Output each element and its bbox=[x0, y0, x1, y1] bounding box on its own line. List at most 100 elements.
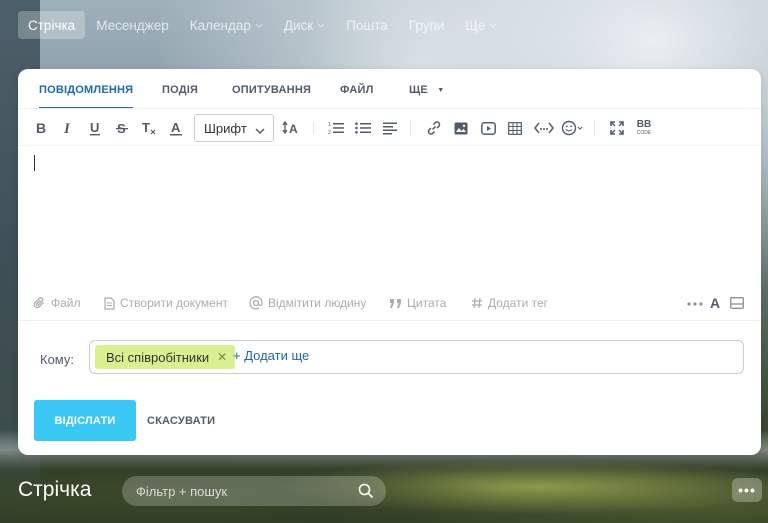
strikethrough-icon[interactable]: S bbox=[114, 118, 130, 138]
nav-item-label: Календар bbox=[189, 17, 251, 33]
svg-text:I: I bbox=[63, 121, 71, 135]
align-icon[interactable] bbox=[381, 118, 399, 138]
nav-item-label: Диск bbox=[283, 17, 314, 33]
text-cursor bbox=[34, 155, 35, 171]
add-tag-button[interactable]: Додати тег bbox=[471, 296, 548, 310]
search-icon[interactable] bbox=[358, 483, 374, 504]
emoji-icon[interactable] bbox=[561, 118, 583, 138]
tab-more[interactable]: ЩЕ ▼ bbox=[409, 84, 444, 108]
recipients-field[interactable]: Всі співробітники ✕ + Додати ще bbox=[89, 340, 744, 374]
image-icon[interactable] bbox=[452, 118, 470, 138]
recipient-chip[interactable]: Всі співробітники ✕ bbox=[95, 345, 236, 369]
tab-label: ПОВІДОМЛЕННЯ bbox=[39, 84, 134, 96]
svg-text:1: 1 bbox=[328, 122, 331, 128]
toolbar-divider bbox=[313, 121, 314, 135]
italic-icon[interactable]: I bbox=[60, 118, 76, 138]
ellipsis-icon[interactable] bbox=[687, 297, 703, 311]
add-tag-label: Додати тег bbox=[488, 296, 549, 310]
numbered-list-icon[interactable]: 12 bbox=[327, 118, 345, 138]
cancel-button[interactable]: СКАСУВАТИ bbox=[147, 415, 215, 427]
quote-button[interactable]: Цитата bbox=[389, 296, 446, 310]
recipient-chip-label: Всі співробітники bbox=[106, 349, 210, 365]
video-icon[interactable] bbox=[479, 118, 497, 138]
filter-search-box[interactable] bbox=[122, 476, 386, 506]
message-editor[interactable] bbox=[18, 147, 761, 287]
toolbar-divider bbox=[410, 121, 411, 135]
tab-label: ЩЕ bbox=[409, 84, 428, 96]
chevron-down-icon bbox=[317, 20, 325, 30]
nav-item-label: Месенджер bbox=[96, 17, 169, 33]
recipients-section: Кому: Всі співробітники ✕ + Додати ще bbox=[18, 322, 761, 392]
attach-file-label: Файл bbox=[51, 296, 81, 310]
mention-person-label: Відмітити людину bbox=[268, 296, 367, 310]
svg-text:B: B bbox=[36, 121, 46, 135]
svg-text:A: A bbox=[171, 121, 181, 135]
code-icon[interactable] bbox=[533, 118, 555, 138]
tab-label: ФАЙЛ bbox=[340, 84, 374, 96]
nav-item-messenger[interactable]: Месенджер bbox=[86, 11, 179, 39]
tab-label: ОПИТУВАННЯ bbox=[232, 84, 312, 96]
bbcode-label: BB bbox=[636, 119, 652, 130]
svg-text:U: U bbox=[90, 121, 99, 135]
tab-event[interactable]: ПОДІЯ bbox=[162, 84, 198, 108]
nav-item-disk[interactable]: Диск bbox=[274, 11, 335, 39]
caret-down-icon: ▼ bbox=[437, 87, 445, 94]
attach-file-button[interactable]: Файл bbox=[33, 296, 81, 310]
fullscreen-icon[interactable] bbox=[608, 118, 626, 138]
chevron-down-icon bbox=[255, 20, 263, 30]
add-recipient-link[interactable]: + Додати ще bbox=[233, 348, 309, 363]
nav-item-label: Ще bbox=[465, 17, 486, 33]
bbcode-icon[interactable]: BB CODE bbox=[634, 118, 654, 138]
paperclip-icon bbox=[33, 296, 46, 310]
tab-file[interactable]: ФАЙЛ bbox=[340, 84, 373, 108]
nav-item-calendar[interactable]: Календар bbox=[180, 11, 273, 39]
document-icon bbox=[104, 296, 115, 310]
composer-tabs: ПОВІДОМЛЕННЯ ПОДІЯ ОПИТУВАННЯ ФАЙЛ ЩЕ ▼ bbox=[18, 69, 761, 109]
link-icon[interactable] bbox=[425, 118, 443, 138]
nav-item-label: Пошта bbox=[346, 17, 388, 33]
nav-item-more[interactable]: Ще bbox=[455, 11, 507, 39]
chevron-down-icon bbox=[489, 20, 497, 30]
text-style-icon[interactable]: A bbox=[710, 295, 720, 311]
search-input[interactable] bbox=[136, 476, 336, 506]
create-document-button[interactable]: Створити документ bbox=[104, 296, 228, 310]
at-icon bbox=[249, 296, 263, 310]
create-document-label: Створити документ bbox=[120, 296, 228, 310]
nav-item-groups[interactable]: Групи bbox=[399, 11, 455, 39]
recipients-label: Кому: bbox=[40, 352, 74, 367]
more-options-label: ••• bbox=[738, 482, 756, 498]
clear-format-icon[interactable]: T bbox=[140, 118, 158, 138]
page-title: Стрічка bbox=[18, 478, 92, 501]
nav-item-label: Стрічка bbox=[28, 17, 76, 33]
send-button[interactable]: ВІДІСЛАТИ bbox=[34, 400, 136, 441]
panel-icon[interactable] bbox=[730, 297, 744, 309]
quote-label: Цитата bbox=[407, 296, 447, 310]
font-size-icon[interactable]: A bbox=[281, 118, 301, 138]
svg-text:T: T bbox=[142, 121, 150, 135]
quote-icon bbox=[389, 298, 402, 309]
text-style-label: A bbox=[710, 295, 721, 311]
font-select-value: Шрифт bbox=[204, 120, 247, 136]
tab-poll[interactable]: ОПИТУВАННЯ bbox=[232, 84, 311, 108]
attachment-bar: Файл Створити документ Відмітити людину … bbox=[18, 291, 761, 321]
top-navigation: Стрічка Месенджер Календар Диск Пошта Гр… bbox=[18, 11, 508, 39]
mention-person-button[interactable]: Відмітити людину bbox=[249, 296, 366, 310]
chevron-down-icon bbox=[255, 123, 265, 138]
toolbar-divider bbox=[594, 121, 595, 135]
close-icon[interactable]: ✕ bbox=[217, 350, 227, 364]
bbcode-sublabel: CODE bbox=[636, 130, 652, 136]
tab-label: ПОДІЯ bbox=[162, 84, 199, 96]
hash-icon bbox=[471, 297, 483, 309]
bold-icon[interactable]: B bbox=[33, 118, 49, 138]
more-options-button[interactable]: ••• bbox=[732, 478, 762, 502]
tab-message[interactable]: ПОВІДОМЛЕННЯ bbox=[39, 84, 134, 108]
nav-item-feed[interactable]: Стрічка bbox=[18, 11, 86, 39]
text-color-icon[interactable]: A bbox=[168, 118, 184, 138]
nav-item-label: Групи bbox=[408, 17, 445, 33]
font-family-select[interactable]: Шрифт bbox=[194, 114, 274, 142]
table-icon[interactable] bbox=[506, 118, 524, 138]
underline-icon[interactable]: U bbox=[87, 118, 103, 138]
nav-item-mail[interactable]: Пошта bbox=[336, 11, 398, 39]
bullet-list-icon[interactable] bbox=[354, 118, 372, 138]
formatting-toolbar: B I U S T A Шрифт A 12 bbox=[18, 110, 761, 146]
